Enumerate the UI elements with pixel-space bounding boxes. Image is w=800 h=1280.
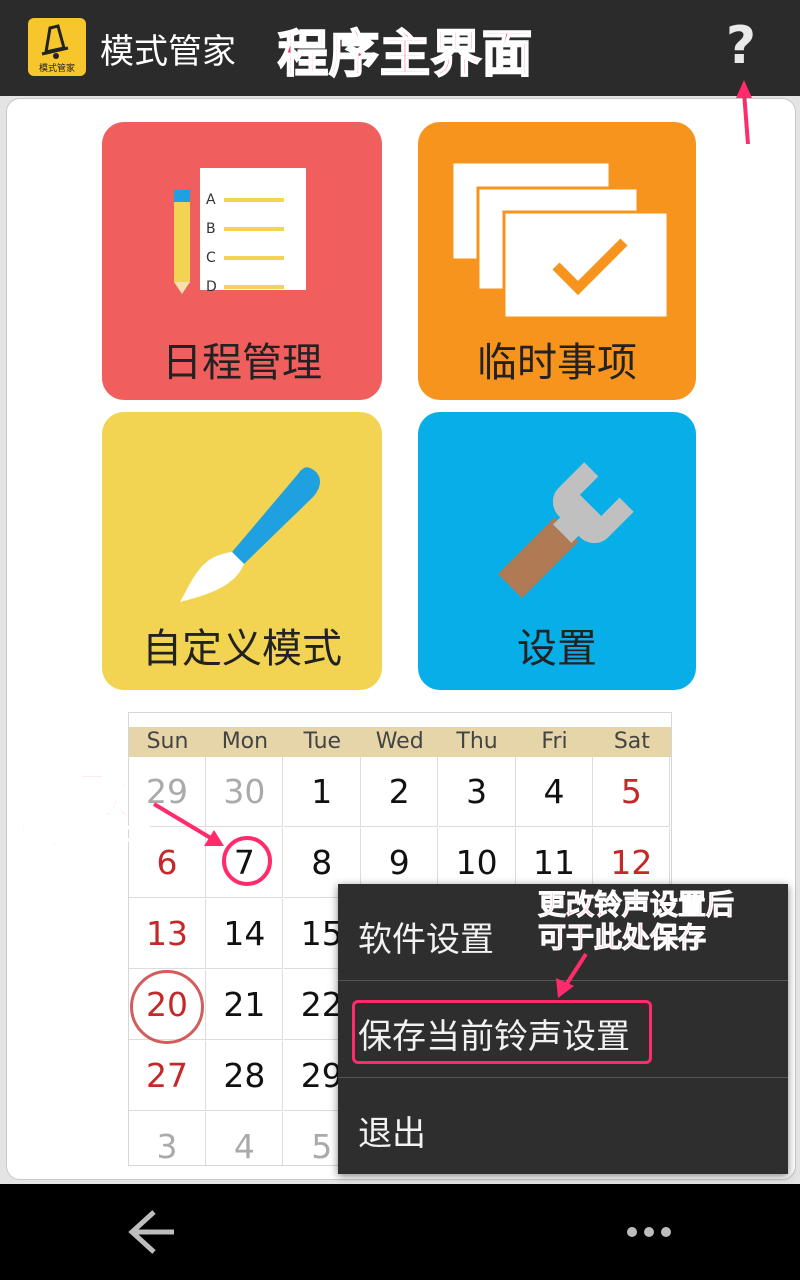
more-dots-icon bbox=[627, 1227, 671, 1237]
calendar-day-cell[interactable]: 5 bbox=[593, 757, 671, 827]
more-button[interactable] bbox=[612, 1212, 692, 1252]
settings-tile[interactable]: 设置 bbox=[418, 412, 696, 690]
annotation-line: 可直接进入 bbox=[12, 794, 128, 821]
save-highlight-box bbox=[352, 1000, 652, 1064]
checklist-letter-c: C bbox=[206, 250, 216, 266]
wrench-icon bbox=[497, 462, 634, 599]
checklist-icon: A B C D bbox=[174, 168, 306, 295]
calendar-weekday-header: Sun Mon Tue Wed Thu Fri Sat bbox=[129, 727, 671, 757]
menu-item-exit[interactable]: 退出 bbox=[338, 1078, 788, 1174]
annotation-click-day: 点击某一天 可直接进入 当天临时事项 bbox=[12, 764, 151, 851]
stacked-checkmark-icon bbox=[452, 162, 670, 320]
annotation-line: 点击某一天 bbox=[12, 765, 128, 792]
calendar-day-cell[interactable]: 4 bbox=[516, 757, 593, 827]
custom-mode-tile[interactable]: 自定义模式 bbox=[102, 412, 382, 690]
annotation-line: 当天临时事项 bbox=[12, 823, 151, 850]
menu-item-label: 退出 bbox=[358, 1114, 426, 1154]
weekday-header-wed: Wed bbox=[375, 729, 424, 754]
app-logo: 模式管家 bbox=[28, 18, 86, 76]
schedule-label: 日程管理 bbox=[162, 340, 322, 386]
back-arrow-icon bbox=[128, 1210, 174, 1254]
calendar-day-cell[interactable]: 30 bbox=[206, 757, 284, 827]
menu-item-label: 软件设置 bbox=[358, 920, 494, 960]
logo-text: 模式管家 bbox=[38, 64, 75, 74]
weekday-header-sat: Sat bbox=[613, 729, 650, 754]
today-circle bbox=[130, 970, 204, 1044]
custom-mode-label: 自定义模式 bbox=[142, 626, 342, 672]
back-button[interactable] bbox=[118, 1200, 188, 1264]
calendar-day-cell[interactable]: 14 bbox=[206, 899, 284, 969]
paintbrush-icon bbox=[180, 467, 320, 602]
checklist-letter-a: A bbox=[206, 192, 216, 208]
checklist-letter-b: B bbox=[206, 221, 216, 237]
day-highlight-circle bbox=[222, 836, 272, 886]
calendar-day-cell[interactable]: 3 bbox=[129, 1112, 206, 1165]
weekday-header-mon: Mon bbox=[221, 729, 269, 754]
weekday-header-tue: Tue bbox=[303, 729, 342, 754]
bell-icon bbox=[41, 24, 69, 59]
annotation-help: 帮助 bbox=[722, 154, 771, 183]
checklist-letter-d: D bbox=[206, 279, 217, 295]
calendar-day-cell[interactable]: 27 bbox=[129, 1041, 206, 1111]
settings-label: 设置 bbox=[517, 626, 597, 672]
help-button[interactable]: ? bbox=[718, 18, 764, 78]
calendar-day-cell[interactable]: 28 bbox=[206, 1041, 284, 1111]
schedule-tile[interactable]: A B C D 日程管理 bbox=[102, 122, 382, 400]
calendar-day-cell[interactable]: 13 bbox=[129, 899, 206, 969]
weekday-header-fri: Fri bbox=[541, 729, 568, 754]
calendar-day-cell[interactable]: 1 bbox=[283, 757, 361, 827]
calendar-day-cell[interactable]: 4 bbox=[206, 1112, 284, 1165]
annotation-main-title: 程序主界面 bbox=[277, 24, 533, 84]
annotation-save: 更改铃声设置后 可于此处保存 bbox=[537, 888, 735, 955]
annotation-line: 更改铃声设置后 bbox=[537, 888, 735, 922]
calendar-day-cell[interactable]: 21 bbox=[206, 970, 284, 1040]
temporary-items-tile[interactable]: 临时事项 bbox=[418, 122, 696, 400]
weekday-header-sun: Sun bbox=[146, 729, 189, 754]
weekday-header-thu: Thu bbox=[456, 729, 498, 754]
app-title: 模式管家 bbox=[100, 32, 236, 72]
calendar-day-cell[interactable]: 2 bbox=[361, 757, 439, 827]
temporary-items-label: 临时事项 bbox=[477, 340, 637, 386]
annotation-line: 可于此处保存 bbox=[537, 921, 707, 955]
calendar-day-cell[interactable]: 3 bbox=[438, 757, 516, 827]
